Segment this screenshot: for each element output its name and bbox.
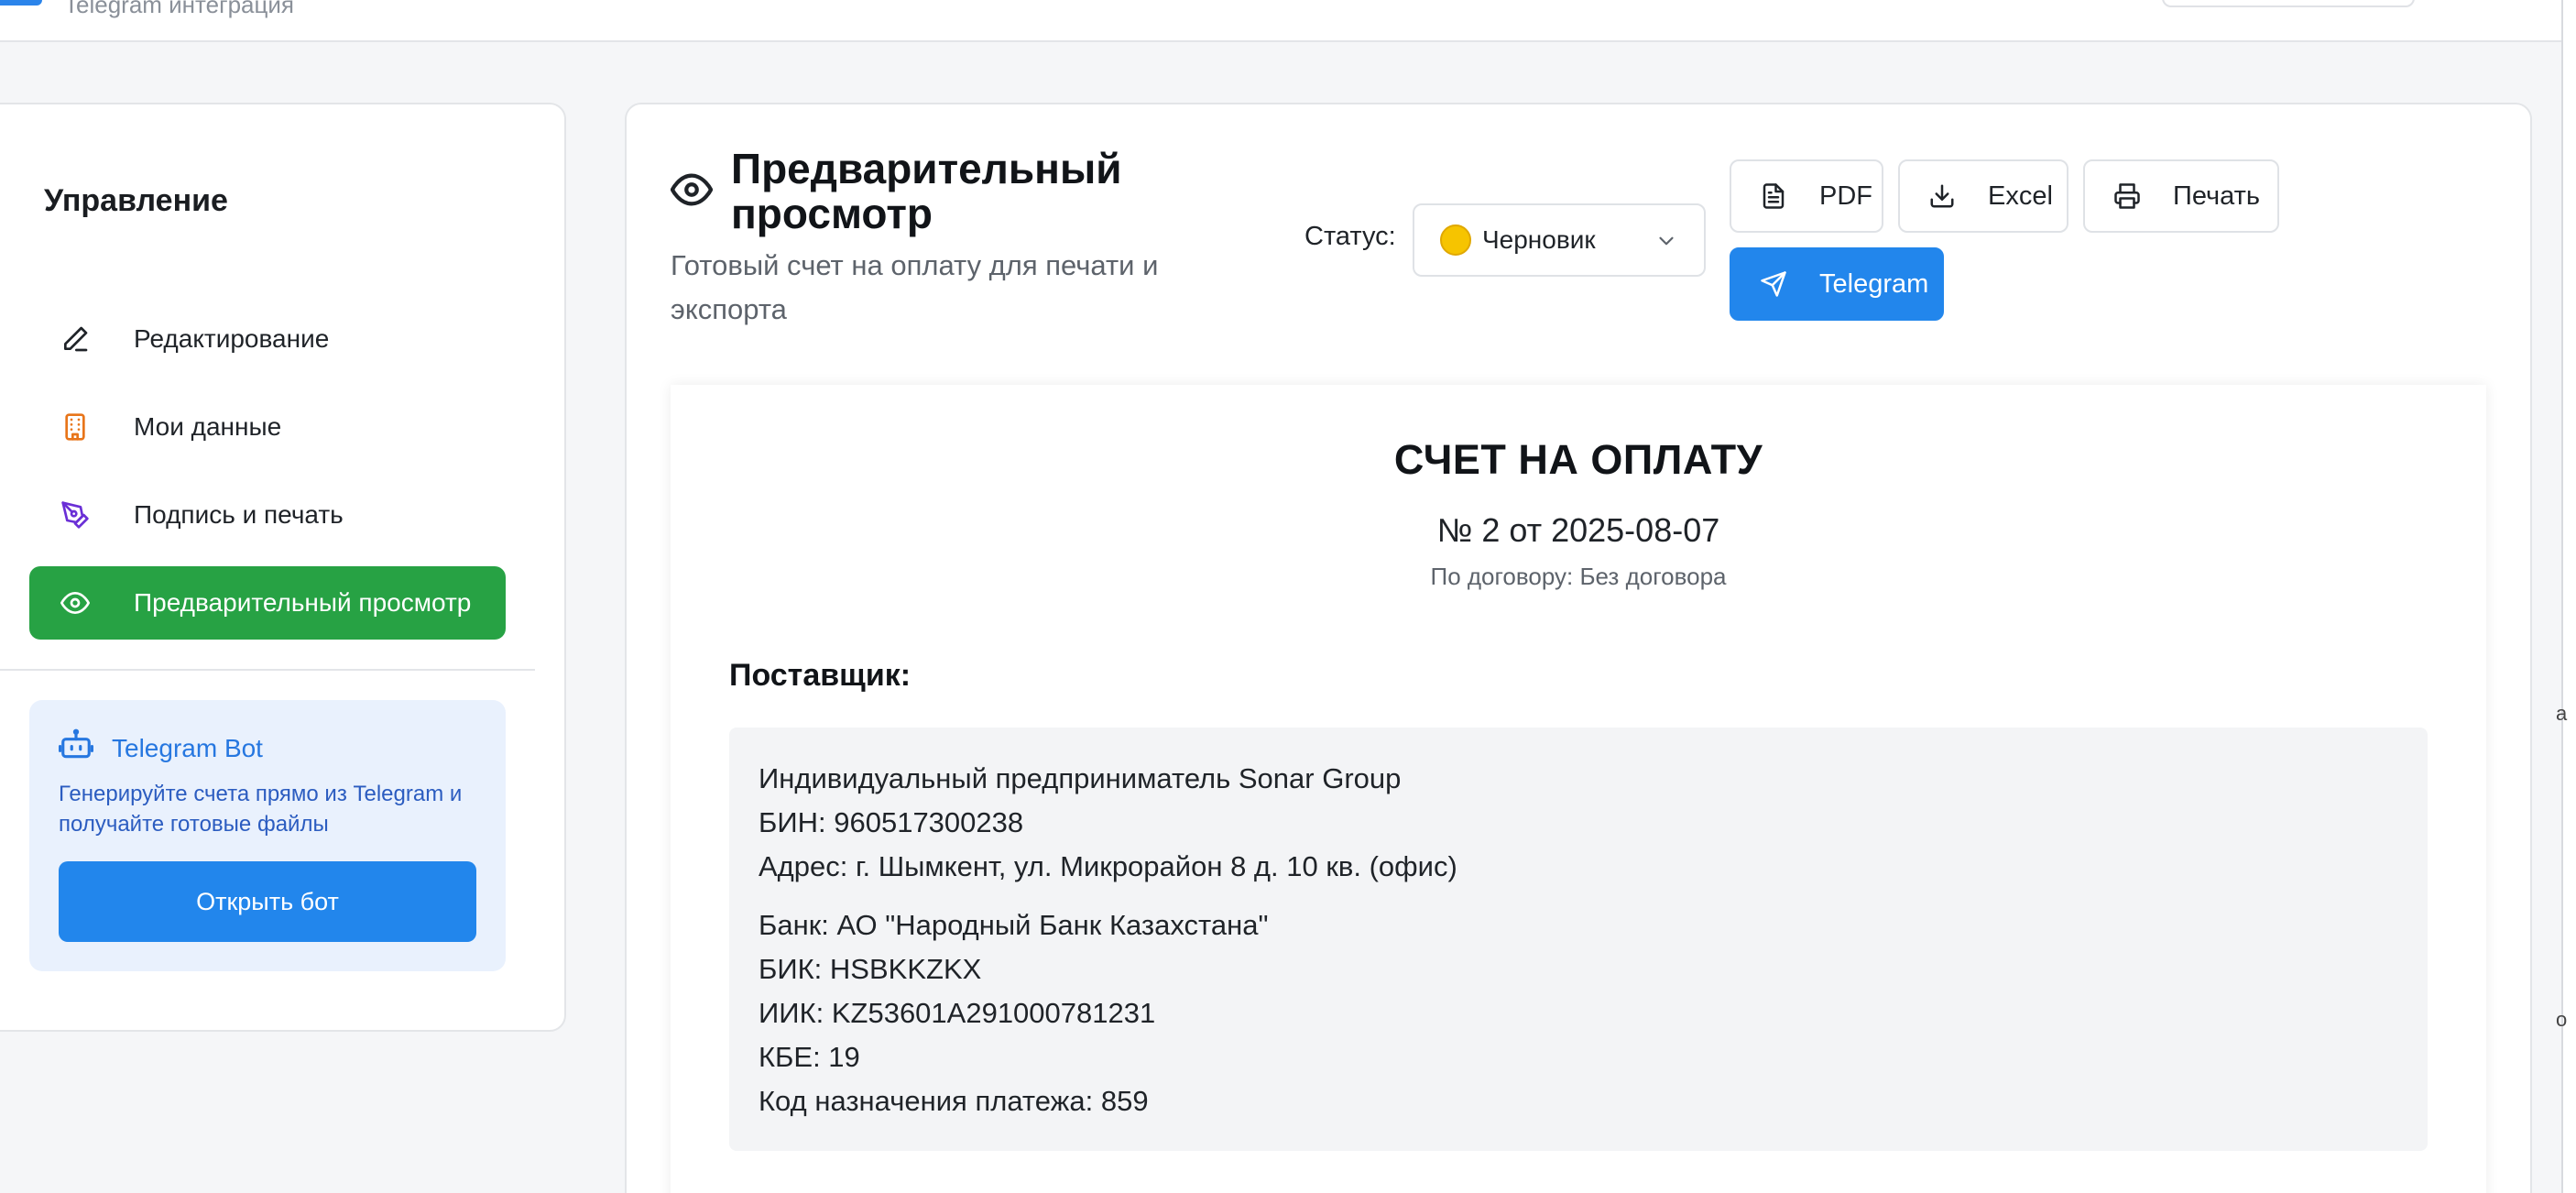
chevron-down-icon [1654, 229, 1678, 259]
app-logo [0, 0, 42, 5]
supplier-bik: БИК: HSBKKZKX [759, 953, 982, 985]
file-icon [1755, 178, 1792, 214]
supplier-address: Адрес: г. Шымкент, ул. Микрорайон 8 д. 1… [759, 850, 1457, 882]
invoice-contract: По договору: Без договора [1430, 563, 1727, 590]
sidebar-item-label: Мои данные [134, 412, 282, 441]
top-header: Telegram интеграция [0, 0, 2565, 42]
download-icon [1924, 178, 1960, 214]
telegram-send-label: Telegram [1819, 268, 1929, 299]
printer-icon [2109, 178, 2145, 214]
supplier-payment-code: Код назначения платежа: 859 [759, 1085, 1149, 1117]
sidebar-item-label: Редактирование [134, 324, 330, 353]
print-button-label: Печать [2173, 181, 2261, 211]
excel-button[interactable]: Excel [1898, 159, 2068, 233]
sidebar-item-my-data[interactable]: Мои данные [29, 390, 506, 464]
page-subtitle: Готовый счет на оплату для печати и эксп… [671, 249, 1159, 325]
supplier-kbe: КБЕ: 19 [759, 1041, 860, 1073]
supplier-bank: Банк: АО "Народный Банк Казахстана" [759, 909, 1269, 941]
invoice-number: № 2 от 2025-08-07 [1436, 511, 1720, 549]
page-title: Предварительный просмотр [731, 145, 1122, 237]
supplier-bin: БИН: 960517300238 [759, 806, 1024, 838]
telegram-bot-card: Telegram Bot Генерируйте счета прямо из … [29, 700, 506, 971]
robot-icon [58, 728, 93, 769]
sidebar-item-preview[interactable]: Предварительный просмотр [29, 566, 506, 640]
open-bot-button[interactable]: Открыть бот [59, 861, 476, 942]
sidebar-item-label: Подпись и печать [134, 500, 344, 529]
edge-text-fragment: a [2556, 702, 2568, 725]
sidebar-divider [0, 669, 535, 671]
sidebar-item-signature[interactable]: Подпись и печать [29, 478, 506, 552]
status-value: Черновик [1482, 225, 1596, 254]
status-dot [1440, 224, 1471, 256]
pdf-button-label: PDF [1819, 181, 1872, 211]
send-icon [1755, 266, 1792, 302]
telegram-bot-header: Telegram Bot [58, 728, 263, 769]
sidebar-item-label: Предварительный просмотр [134, 588, 472, 617]
header-button[interactable] [2162, 0, 2415, 7]
telegram-bot-description: Генерируйте счета прямо из Telegram и по… [59, 782, 463, 837]
building-icon [57, 409, 93, 445]
header-subtitle: Telegram интеграция [64, 0, 295, 18]
pen-tool-icon [57, 497, 93, 533]
edge-text-fragment: o [2556, 1008, 2568, 1031]
pencil-icon [57, 321, 93, 357]
supplier-name: Индивидуальный предприниматель Sonar Gro… [759, 762, 1402, 794]
status-label: Статус: [1304, 222, 1396, 251]
preview-header: Предварительный просмотр [670, 145, 1207, 237]
print-button[interactable]: Печать [2083, 159, 2279, 233]
telegram-bot-title: Telegram Bot [112, 733, 263, 762]
sidebar-title: Управление [44, 183, 228, 218]
pdf-button[interactable]: PDF [1730, 159, 1883, 233]
eye-icon [670, 169, 714, 215]
sidebar-item-edit[interactable]: Редактирование [29, 302, 506, 376]
supplier-iik: ИИК: KZ53601A291000781231 [759, 997, 1156, 1029]
invoice-title: СЧЕТ НА ОПЛАТУ [1393, 436, 1763, 483]
eye-icon [57, 585, 93, 621]
status-select[interactable]: Черновик [1413, 203, 1706, 277]
supplier-heading: Поставщик: [729, 658, 911, 693]
excel-button-label: Excel [1988, 181, 2053, 211]
telegram-send-button[interactable]: Telegram [1730, 247, 1944, 321]
